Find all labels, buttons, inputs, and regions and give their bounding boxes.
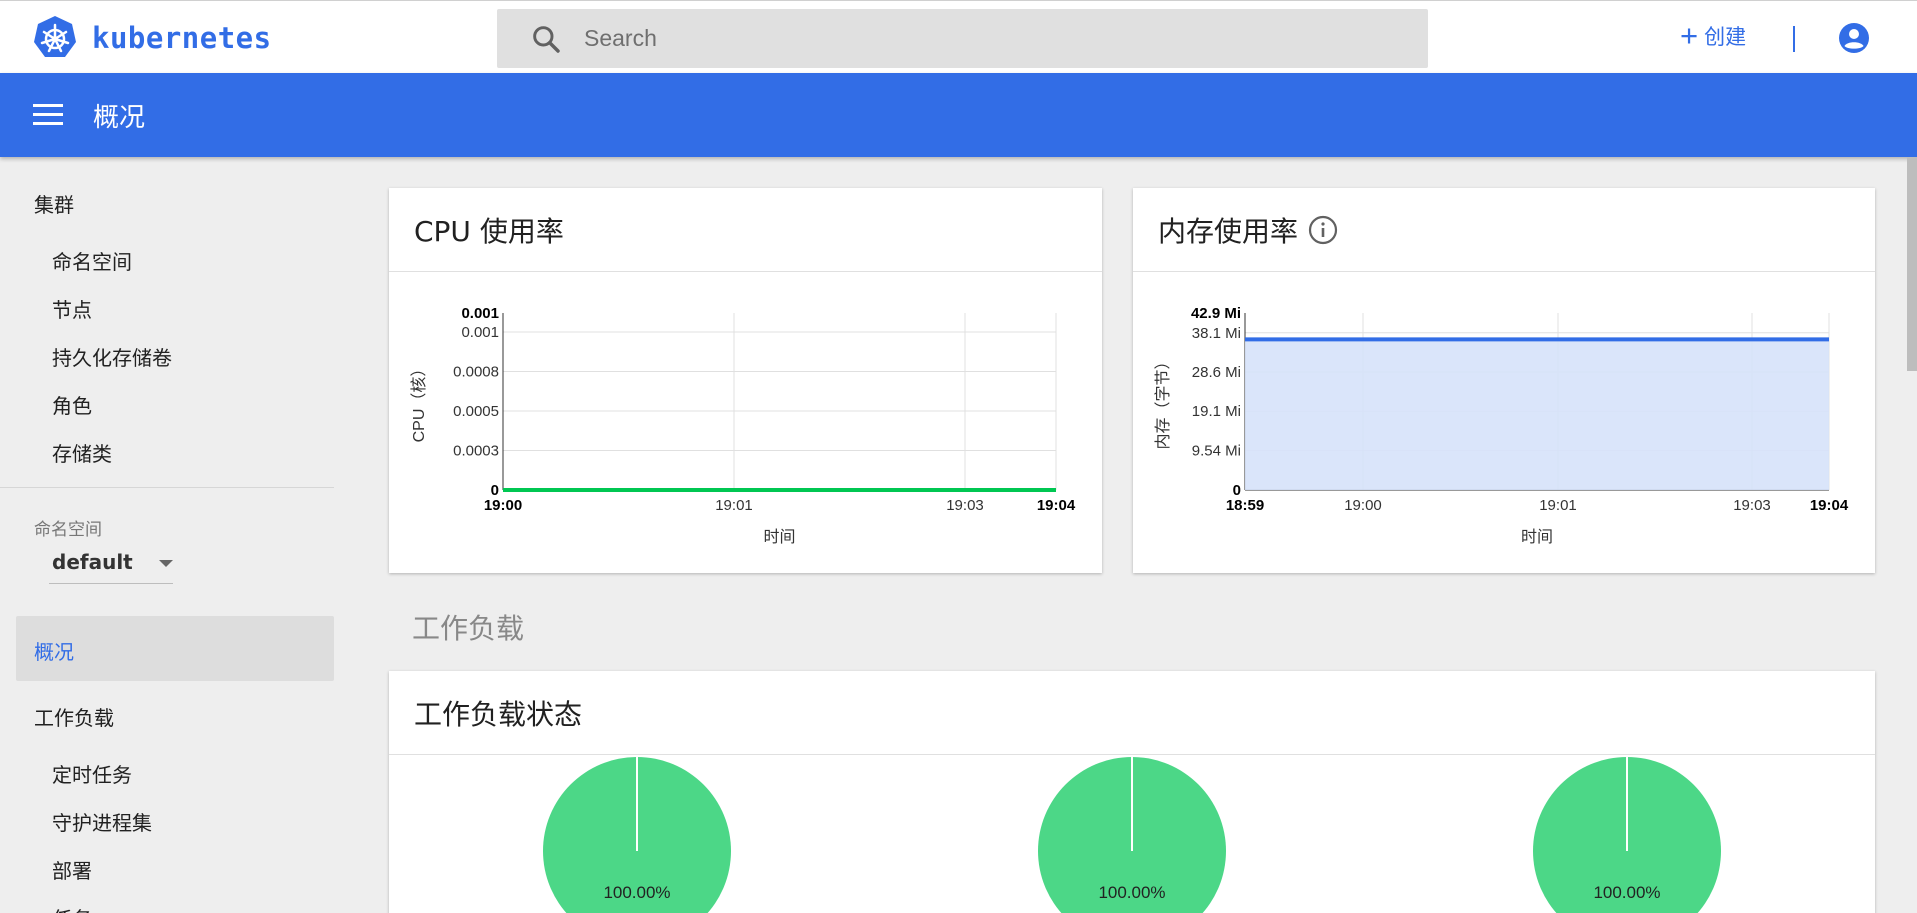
search-icon (533, 25, 560, 53)
namespace-label: 命名空间 (34, 520, 102, 540)
y-tick-label: 19.1 Mi (1192, 403, 1241, 420)
workload-status-title: 工作负载状态 (389, 671, 1875, 755)
search-bar[interactable] (497, 9, 1428, 68)
x-tick-label: 19:01 (1539, 497, 1577, 514)
y-tick-label: 0.0008 (453, 363, 499, 380)
series-area (1245, 339, 1829, 490)
top-bar: kubernetes + 创建 (0, 0, 1917, 73)
plus-icon: + (1680, 18, 1699, 53)
sidebar-divider (0, 487, 334, 488)
sidebar-item-jobs[interactable]: 任务 (52, 903, 92, 913)
y-axis-title: CPU（核） (410, 361, 428, 443)
search-input[interactable] (584, 25, 1384, 52)
sidebar-item-overview[interactable]: 概况 (16, 616, 334, 681)
y-axis-title: 内存（字节） (1154, 353, 1172, 449)
x-tick-label: 19:00 (1344, 497, 1382, 514)
chevron-down-icon (159, 560, 173, 567)
pie-label: 100.00% (1098, 883, 1165, 902)
cpu-card-title: CPU 使用率 (389, 188, 1102, 272)
page-header: 概况 (0, 73, 1917, 157)
sidebar-item-nodes[interactable]: 节点 (52, 294, 92, 323)
y-tick-label: 0.001 (461, 324, 499, 341)
pie-label: 100.00% (1593, 883, 1660, 902)
x-axis-title: 时间 (1521, 528, 1553, 546)
workload-status-pies: 100.00% 100.00% 100.00% (543, 757, 1721, 913)
x-tick-label: 19:03 (946, 497, 984, 514)
x-tick-label: 19:00 (484, 497, 522, 514)
y-tick-label: 28.6 Mi (1192, 364, 1241, 381)
memory-usage-chart: 09.54 Mi19.1 Mi28.6 Mi38.1 Mi42.9 Mi18:5… (1154, 305, 1849, 546)
x-tick-label: 19:04 (1810, 497, 1849, 514)
sidebar-item-namespaces[interactable]: 命名空间 (52, 246, 132, 275)
sidebar-item-daemonsets[interactable]: 守护进程集 (52, 807, 152, 836)
sidebar: 集群 命名空间 节点 持久化存储卷 角色 存储类 命名空间 default 概况… (0, 157, 334, 913)
namespace-value: default (52, 549, 133, 574)
scrollbar[interactable] (1907, 157, 1917, 371)
x-tick-label: 19:01 (715, 497, 753, 514)
x-tick-label: 18:59 (1226, 497, 1264, 514)
y-tick-label: 0.001 (461, 305, 499, 322)
namespace-select[interactable]: default (49, 540, 173, 584)
account-icon[interactable] (1838, 22, 1870, 54)
memory-usage-card: 内存使用率 0 9.54 Mi 19.1 Mi 28.6 Mi 38.1 Mi 42.9 … (1133, 188, 1875, 573)
create-label: 创建 (1704, 25, 1747, 49)
workload-status-card: 工作负载状态 100.00% 100.00% 100.00% (389, 671, 1875, 913)
kubernetes-logo[interactable]: kubernetes (32, 15, 272, 61)
page-title: 概况 (93, 103, 146, 133)
logo-text: kubernetes (92, 21, 272, 55)
x-tick-label: 19:04 (1037, 497, 1076, 514)
workloads-section-title: 工作负载 (412, 612, 525, 645)
x-axis-title: 时间 (763, 528, 795, 546)
cpu-usage-chart: 00.00030.00050.00080.0010.00119:00 19:01 1… (410, 305, 1076, 546)
kubernetes-wheel-icon (34, 16, 76, 57)
sidebar-heading-workloads[interactable]: 工作负载 (34, 702, 114, 731)
create-button[interactable]: + 创建 (1680, 18, 1747, 53)
y-tick-label: 38.1 Mi (1192, 325, 1241, 342)
y-tick-label: 0.0003 (453, 442, 499, 459)
memory-card-title: 内存使用率 (1158, 214, 1299, 248)
toolbar-divider (1793, 26, 1795, 52)
info-icon[interactable] (1308, 215, 1338, 245)
sidebar-item-overview-label: 概况 (34, 640, 74, 664)
pie-label: 100.00% (603, 883, 670, 902)
cpu-usage-card: CPU 使用率 0 0.0003 0.0005 0.0008 0.001 0.001 19:… (389, 188, 1102, 573)
y-tick-label: 42.9 Mi (1191, 305, 1241, 322)
sidebar-item-deployments[interactable]: 部署 (52, 855, 92, 884)
sidebar-heading-cluster[interactable]: 集群 (34, 189, 74, 218)
y-tick-label: 9.54 Mi (1192, 443, 1241, 460)
y-tick-label: 0.0005 (453, 403, 499, 420)
sidebar-item-storage-classes[interactable]: 存储类 (52, 438, 112, 467)
menu-icon[interactable] (33, 104, 63, 126)
sidebar-item-cronjobs[interactable]: 定时任务 (52, 759, 132, 788)
sidebar-item-persistent-volumes[interactable]: 持久化存储卷 (52, 342, 172, 371)
x-tick-label: 19:03 (1733, 497, 1771, 514)
memory-card-header: 内存使用率 (1133, 188, 1875, 272)
sidebar-item-roles[interactable]: 角色 (52, 390, 92, 419)
